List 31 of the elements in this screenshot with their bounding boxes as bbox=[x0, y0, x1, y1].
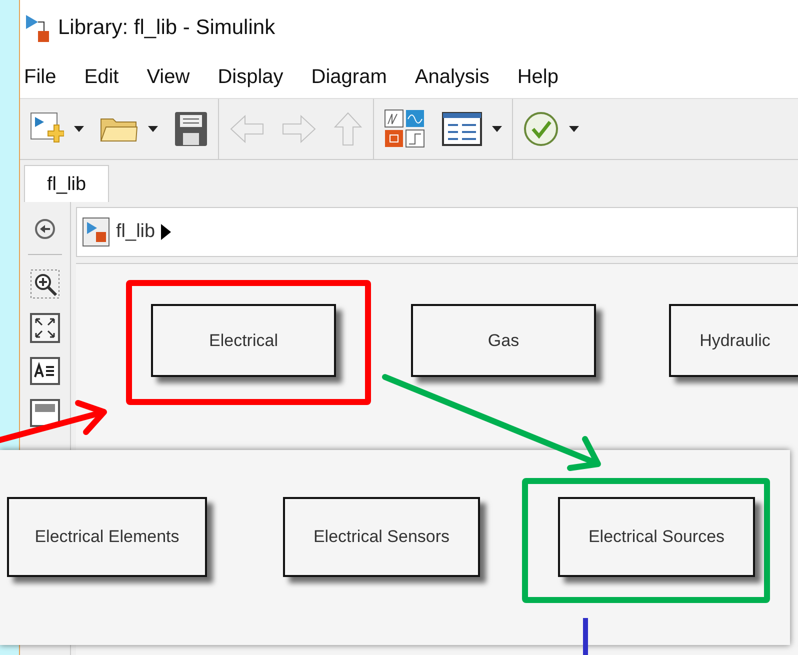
menu-item[interactable]: Display bbox=[204, 66, 298, 88]
triangle-right-icon bbox=[161, 224, 172, 240]
library-block[interactable]: Electrical Elements bbox=[7, 497, 207, 577]
library-block[interactable]: Electrical Sensors bbox=[283, 497, 480, 577]
simulink-app-icon bbox=[24, 13, 50, 43]
caret-icon[interactable] bbox=[148, 126, 158, 132]
text-annotation-icon[interactable] bbox=[30, 357, 60, 385]
breadcrumb-link[interactable]: fl_lib bbox=[116, 221, 156, 243]
library-model-icon[interactable] bbox=[82, 217, 110, 247]
model-tab[interactable]: fl_lib bbox=[24, 165, 110, 202]
check-circle-icon[interactable] bbox=[523, 111, 559, 147]
zoom-icon[interactable] bbox=[30, 269, 60, 299]
caret-icon[interactable] bbox=[569, 126, 579, 132]
library-block[interactable]: Electrical bbox=[151, 304, 336, 377]
fit-view-icon[interactable] bbox=[30, 313, 60, 343]
caret-icon[interactable] bbox=[492, 126, 502, 132]
menu-item[interactable]: Analysis bbox=[400, 66, 504, 88]
menu-item[interactable]: File bbox=[20, 66, 70, 88]
menu-item[interactable]: Diagram bbox=[297, 66, 401, 88]
menu-item[interactable]: Edit bbox=[70, 66, 133, 88]
menu-item[interactable]: View bbox=[132, 66, 204, 88]
library-block[interactable]: Gas bbox=[411, 304, 596, 377]
caret-icon[interactable] bbox=[74, 126, 84, 132]
library-block[interactable]: Hydraulic bbox=[669, 304, 798, 377]
table-window-icon[interactable] bbox=[442, 112, 482, 146]
library-block[interactable]: Electrical Sources bbox=[558, 497, 755, 577]
back-circle-icon[interactable] bbox=[34, 218, 56, 240]
window-title: Library: fl_lib - Simulink bbox=[58, 16, 276, 40]
menu-item[interactable]: Help bbox=[503, 66, 572, 88]
library-grid-icon[interactable] bbox=[384, 109, 426, 149]
image-icon[interactable] bbox=[30, 399, 60, 427]
